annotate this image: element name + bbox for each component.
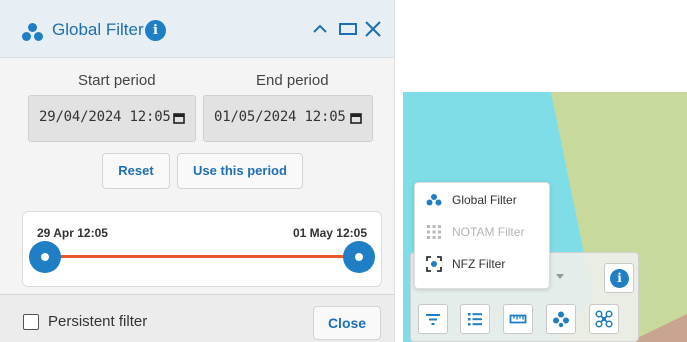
panel-title: Global Filter [52,20,144,39]
global-filter-icon [426,194,442,206]
info-icon: i [610,269,629,288]
info-icon[interactable]: i [145,20,166,41]
persistent-filter-label: Persistent filter [48,313,148,330]
use-this-period-button[interactable]: Use this period [177,153,303,189]
panel-header: Global Filter i [0,0,394,58]
map-view[interactable]: NOTAM FIUMIC i [403,92,687,342]
calendar-icon[interactable] [172,111,186,125]
drone-button[interactable] [589,304,619,334]
start-period-input[interactable]: 29/04/2024 12:05 [28,95,196,142]
chevron-down-icon [556,274,564,279]
end-period-input[interactable]: 01/05/2024 12:05 [203,95,373,142]
close-button[interactable]: Close [313,306,381,340]
start-period-label: Start period [78,72,156,89]
slider-range-track[interactable] [45,255,359,258]
panel-footer: Persistent filter Close [0,294,394,342]
menu-item-nfz-filter[interactable]: NFZ Filter [415,249,551,279]
slider-start-label: 29 Apr 12:05 [37,226,108,240]
global-filter-panel: Global Filter i Start period End period … [0,0,395,342]
list-button[interactable] [460,304,490,334]
filter-button[interactable] [418,304,448,334]
maximize-icon[interactable] [337,18,359,40]
persistent-filter-checkbox[interactable] [23,314,39,330]
menu-item-global-filter[interactable]: Global Filter [415,185,551,215]
menu-item-notam-filter[interactable]: NOTAM Filter [415,217,551,247]
time-range-slider: 29 Apr 12:05 01 May 12:05 [22,211,382,287]
slider-start-handle[interactable] [29,241,61,273]
global-filter-icon [553,311,569,328]
slider-end-label: 01 May 12:05 [292,226,367,240]
global-filter-icon [22,22,44,42]
menu-item-label: Global Filter [452,193,517,207]
ruler-icon [509,314,527,324]
calendar-icon[interactable] [349,111,363,125]
drone-icon [595,310,613,328]
end-period-value: 01/05/2024 12:05 [214,109,346,125]
start-period-value: 29/04/2024 12:05 [39,109,171,125]
slider-end-handle[interactable] [343,241,375,273]
filter-lines-icon [426,314,440,325]
notam-grid-icon [427,225,441,239]
collapse-chevron-icon[interactable] [309,18,331,40]
list-icon [468,313,482,326]
nfz-focus-icon [426,256,442,272]
filter-menu: Global Filter NOTAM Filter NFZ Filter [414,182,550,289]
map-info-button[interactable]: i [604,263,634,293]
measure-button[interactable] [503,304,533,334]
global-filter-button[interactable] [546,304,576,334]
menu-item-label: NFZ Filter [452,257,506,271]
end-period-label: End period [256,72,329,89]
reset-button[interactable]: Reset [102,153,170,189]
menu-item-label: NOTAM Filter [452,225,525,239]
close-icon[interactable] [362,18,384,40]
